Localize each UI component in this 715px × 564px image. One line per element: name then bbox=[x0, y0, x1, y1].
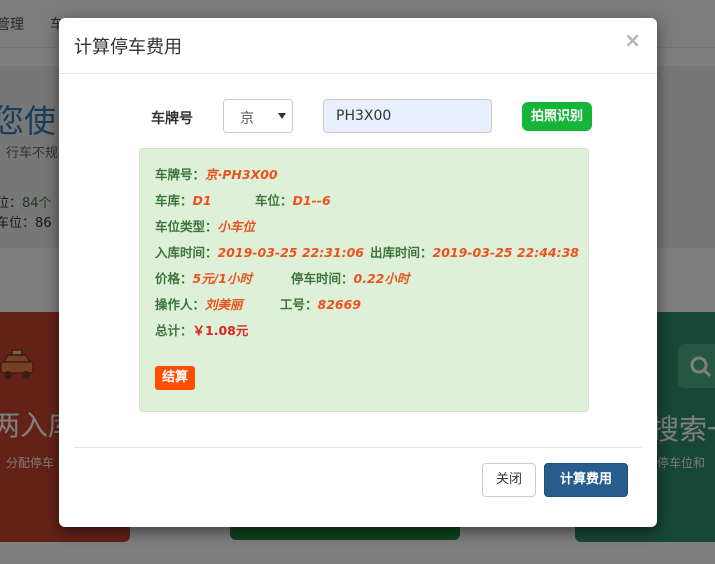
garage-value: D1 bbox=[192, 193, 212, 208]
info-row-price: 价格：5元/1小时 bbox=[155, 268, 252, 287]
garage-label: 车库： bbox=[155, 193, 193, 208]
settle-button[interactable]: 结算 bbox=[155, 366, 195, 390]
spot-value: D1--6 bbox=[292, 193, 331, 208]
info-row-total: 总计：￥1.08元 bbox=[155, 320, 248, 339]
employee-id-value: 82669 bbox=[317, 297, 362, 312]
footer-divider bbox=[74, 447, 642, 448]
info-row-spot: 车位：D1--6 bbox=[255, 190, 331, 209]
spot-type-value: 小车位 bbox=[217, 219, 256, 234]
info-row-operator: 操作人：刘美丽 bbox=[155, 294, 243, 313]
info-row-plate: 车牌号：京·PH3X00 bbox=[155, 164, 278, 183]
entry-time-label: 入库时间： bbox=[155, 245, 218, 260]
modal-title: 计算停车费用 bbox=[74, 37, 182, 58]
info-row-garage: 车库：D1 bbox=[155, 190, 212, 209]
close-button[interactable]: 关闭 bbox=[482, 463, 536, 497]
caret-down-icon bbox=[278, 113, 286, 119]
fee-info-panel: 车牌号：京·PH3X00 车库：D1 车位：D1--6 车位类型：小车位 入库时… bbox=[139, 148, 589, 412]
exit-time-value: 2019-03-25 22:44:38 bbox=[432, 245, 580, 260]
province-value: 京 bbox=[240, 111, 254, 127]
operator-label: 操作人： bbox=[155, 297, 206, 312]
price-label: 价格： bbox=[155, 271, 193, 286]
spot-type-label: 车位类型： bbox=[155, 219, 218, 234]
exit-time-label: 出库时间： bbox=[370, 245, 433, 260]
photo-recognize-button[interactable]: 拍照识别 bbox=[522, 102, 592, 131]
info-row-entry-time: 入库时间：2019-03-25 22:31:06 bbox=[155, 242, 364, 261]
plate-label: 车牌号： bbox=[155, 167, 206, 182]
operator-value: 刘美丽 bbox=[205, 297, 243, 312]
entry-time-value: 2019-03-25 22:31:06 bbox=[217, 245, 365, 260]
close-icon[interactable]: × bbox=[624, 30, 641, 50]
info-row-exit-time: 出库时间：2019-03-25 22:44:38 bbox=[370, 242, 579, 261]
duration-label: 停车时间： bbox=[291, 271, 354, 286]
info-row-duration: 停车时间：0.22小时 bbox=[291, 268, 409, 287]
duration-value: 0.22小时 bbox=[353, 271, 410, 286]
spot-label: 车位： bbox=[255, 193, 293, 208]
calculate-fee-modal: 计算停车费用 × 车牌号 京 拍照识别 车牌号：京·PH3X00 车库：D1 车… bbox=[59, 18, 657, 527]
province-select[interactable]: 京 bbox=[223, 99, 293, 133]
modal-header: 计算停车费用 × bbox=[59, 18, 657, 74]
plate-value: 京·PH3X00 bbox=[205, 167, 278, 182]
plate-number-input[interactable] bbox=[323, 99, 492, 133]
total-value: ￥1.08元 bbox=[192, 323, 249, 338]
plate-number-label: 车牌号 bbox=[151, 111, 193, 127]
total-label: 总计： bbox=[155, 323, 193, 338]
price-value: 5元/1小时 bbox=[192, 271, 252, 286]
info-row-spot-type: 车位类型：小车位 bbox=[155, 216, 255, 235]
calculate-fee-button[interactable]: 计算费用 bbox=[544, 463, 628, 497]
info-row-employee-id: 工号：82669 bbox=[280, 294, 361, 313]
employee-id-label: 工号： bbox=[280, 297, 318, 312]
